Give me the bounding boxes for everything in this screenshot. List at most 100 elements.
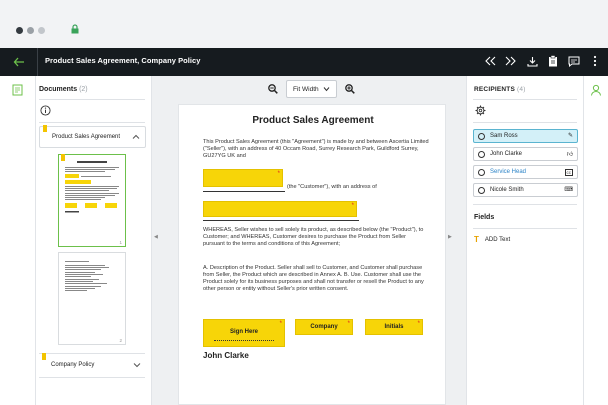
customer-address-field[interactable]: *: [203, 201, 357, 217]
document-page: Product Sales Agreement This Product Sal…: [178, 104, 446, 405]
required-marker: *: [277, 171, 280, 177]
window-close-dot[interactable]: [16, 27, 23, 34]
recipient-name: Service Head: [490, 169, 527, 175]
company-field[interactable]: * Company: [295, 319, 353, 335]
initials-label: Initials: [384, 324, 404, 330]
page-preview: [65, 261, 109, 291]
document-title: Product Sales Agreement, Company Policy: [45, 56, 201, 65]
page-number: 2: [119, 338, 122, 343]
document-item-company-policy[interactable]: Company Policy: [39, 353, 146, 377]
recipient-name: John Clarke: [490, 151, 523, 157]
clipboard-icon[interactable]: [546, 54, 560, 68]
sign-here-label: Sign Here: [229, 329, 258, 335]
documents-panel: Documents (2) Product Sales Agreement 1: [36, 76, 152, 405]
chevron-up-icon[interactable]: [132, 133, 140, 141]
whereas-paragraph: WHEREAS, Seller wishes to sell solely it…: [203, 227, 424, 247]
initials-field[interactable]: * Initials: [365, 319, 423, 335]
zoom-toolbar: Fit Width: [268, 80, 355, 98]
pen-icon[interactable]: ✎: [568, 132, 573, 139]
double-chevron-right-icon[interactable]: [504, 54, 518, 68]
signer-name: John Clarke: [203, 351, 249, 360]
bookmark-icon: [61, 154, 65, 161]
document-item-label: Product Sales Agreement: [52, 134, 121, 140]
underline: [203, 191, 285, 192]
recipients-panel: RECIPIENTS (4) Sam Ross ✎ John Clarke 👍︎…: [466, 76, 584, 405]
page-thumbnail-2[interactable]: 2: [58, 252, 126, 345]
clauses-paragraph: A. Description of the Product. Seller sh…: [203, 265, 424, 292]
signer-name-field[interactable]: *: [203, 169, 283, 187]
double-chevron-left-icon[interactable]: [483, 54, 497, 68]
clock-icon: [478, 169, 485, 176]
divider: [39, 377, 145, 378]
documents-count: (2): [79, 86, 88, 93]
recipient-row-sam-ross[interactable]: Sam Ross ✎: [473, 129, 578, 143]
document-item-label: Company Policy: [51, 362, 95, 368]
window-minimize-dot[interactable]: [27, 27, 34, 34]
required-marker: *: [279, 321, 282, 327]
documents-icon[interactable]: [12, 84, 23, 96]
user-icon[interactable]: [590, 84, 602, 96]
page-preview: [65, 161, 119, 213]
recipients-label: RECIPIENTS: [474, 86, 516, 93]
browser-chrome: [0, 0, 608, 48]
more-vertical-icon[interactable]: [588, 54, 602, 68]
documents-label: Documents: [39, 86, 78, 93]
collapse-left-icon: ◀: [154, 234, 158, 240]
gear-icon[interactable]: [475, 105, 486, 116]
bookmark-icon: [43, 125, 47, 132]
zoom-mode-select[interactable]: Fit Width: [286, 80, 337, 98]
zoom-in-icon[interactable]: [344, 84, 355, 94]
divider: [39, 122, 145, 123]
back-button[interactable]: [0, 48, 38, 76]
edit-cursor-icon[interactable]: ⌨︎: [564, 186, 573, 193]
fields-header: Fields: [474, 214, 495, 221]
divider: [473, 228, 577, 229]
recipient-name: Sam Ross: [490, 133, 518, 139]
intro-paragraph: This Product Sales Agreement (this "Agre…: [203, 139, 429, 159]
signature-line: [214, 340, 274, 341]
recipient-row-service-head[interactable]: Service Head cc: [473, 165, 578, 179]
recipient-row-john-clarke[interactable]: John Clarke 👍︎: [473, 147, 578, 161]
download-icon[interactable]: [525, 54, 539, 68]
zoom-mode-value: Fit Width: [293, 85, 319, 93]
divider: [473, 99, 577, 100]
bookmark-icon: [42, 353, 46, 360]
sign-here-field[interactable]: * Sign Here: [203, 319, 285, 347]
left-panel-collapse-handle[interactable]: ◀: [152, 76, 162, 405]
required-marker: *: [351, 203, 354, 209]
cc-icon[interactable]: cc: [564, 169, 573, 176]
add-text-label: ADD Text: [484, 236, 511, 243]
text-tool-icon: T: [474, 235, 479, 244]
clock-icon: [478, 133, 485, 140]
recipient-row-nicole-smith[interactable]: Nicole Smith ⌨︎: [473, 183, 578, 197]
add-text-field-tool[interactable]: T ADD Text: [474, 235, 510, 244]
divider: [473, 204, 577, 205]
info-icon[interactable]: [40, 105, 51, 116]
right-panel-collapse-handle[interactable]: ▶: [446, 76, 456, 405]
chevron-down-icon[interactable]: [133, 361, 141, 369]
documents-header: Documents (2): [39, 86, 88, 93]
chevron-down-icon: [323, 87, 330, 92]
comment-icon[interactable]: [567, 54, 581, 68]
divider: [39, 353, 145, 354]
collapse-right-icon: ▶: [448, 234, 452, 240]
recipients-header: RECIPIENTS (4): [474, 86, 526, 93]
clock-icon: [478, 151, 485, 158]
recipient-name: Nicole Smith: [490, 187, 524, 193]
document-heading: Product Sales Agreement: [252, 115, 374, 126]
lock-icon: [71, 24, 79, 34]
underline: [203, 220, 359, 221]
zoom-out-icon[interactable]: [268, 84, 278, 94]
left-rail: [0, 76, 36, 405]
document-item-product-sales-agreement[interactable]: Product Sales Agreement: [39, 125, 146, 148]
customer-line: (the "Customer"), with an address of: [287, 184, 377, 190]
divider: [39, 99, 145, 100]
window-maximize-dot[interactable]: [38, 27, 45, 34]
thumbs-up-icon[interactable]: 👍︎: [567, 150, 573, 158]
page-thumbnail-1[interactable]: 1: [58, 154, 126, 247]
divider: [473, 122, 577, 123]
app-header: Product Sales Agreement, Company Policy: [0, 48, 608, 76]
back-arrow-icon: [13, 57, 24, 67]
company-label: Company: [310, 324, 338, 330]
right-rail: [584, 76, 608, 405]
